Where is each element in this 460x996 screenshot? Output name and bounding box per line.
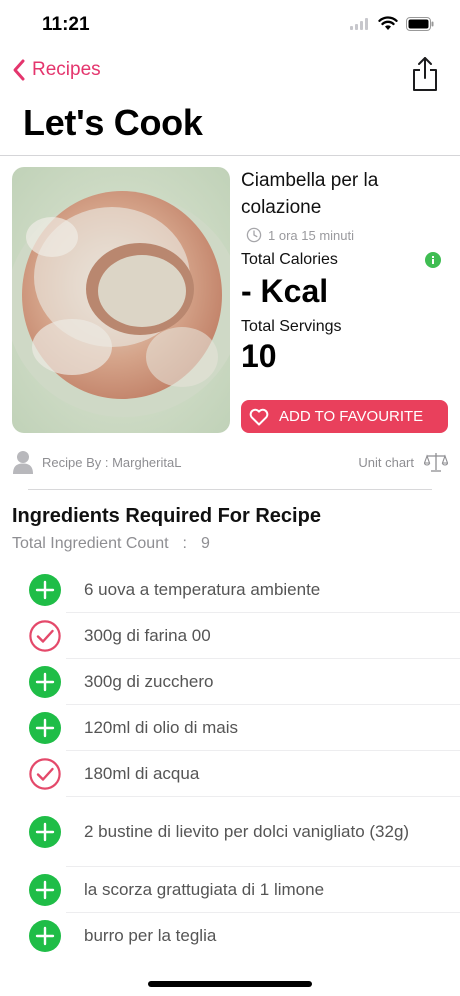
- add-circle-icon[interactable]: [29, 574, 61, 606]
- unit-chart-label: Unit chart: [358, 454, 414, 470]
- ingredient-row: 6 uova a temperatura ambiente: [0, 567, 460, 613]
- add-circle-icon[interactable]: [29, 920, 61, 952]
- signal-icon: [350, 17, 368, 30]
- add-to-favourite-button[interactable]: ADD TO FAVOURITE: [241, 400, 448, 433]
- ingredient-row: la scorza grattugiata di 1 limone: [0, 867, 460, 913]
- ingredient-row: 2 bustine di lievito per dolci vanigliat…: [0, 797, 460, 867]
- checkmark-circle-icon[interactable]: [29, 620, 61, 652]
- ingredient-row: 300g di farina 00: [0, 613, 460, 659]
- ingredients-title: Ingredients Required For Recipe: [12, 505, 321, 527]
- share-icon[interactable]: [410, 56, 440, 92]
- add-circle-icon[interactable]: [29, 712, 61, 744]
- meta-row: Recipe By : MargheritaL Unit chart: [12, 449, 448, 475]
- ingredient-row: burro per la teglia: [0, 913, 460, 959]
- recipe-author: Recipe By : MargheritaL: [12, 450, 181, 474]
- add-circle-icon[interactable]: [29, 816, 61, 848]
- servings-value: 10: [241, 338, 277, 374]
- ingredient-text: 2 bustine di lievito per dolci vanigliat…: [84, 822, 410, 841]
- cook-time: 1 ora 15 minuti: [241, 227, 451, 243]
- wifi-icon: [378, 16, 398, 30]
- clock-icon: [246, 227, 262, 243]
- back-button[interactable]: Recipes: [12, 58, 101, 82]
- status-bar: 11:21: [0, 0, 460, 50]
- user-icon: [13, 451, 33, 474]
- back-label: Recipes: [32, 59, 101, 80]
- calories-label: Total Calories: [241, 251, 338, 268]
- calories-value: - Kcal: [241, 273, 329, 309]
- recipe-name: Ciambella per la colazione: [241, 170, 379, 218]
- recipe-photo: [12, 167, 230, 433]
- status-icons: [350, 16, 434, 31]
- heart-icon: [249, 408, 269, 425]
- author-label: Recipe By : MargheritaL: [42, 454, 182, 470]
- checkmark-circle-icon[interactable]: [29, 758, 61, 790]
- chevron-left-icon: [13, 59, 25, 81]
- nav-bar: Recipes: [0, 52, 460, 98]
- ingredient-text: 6 uova a temperatura ambiente: [84, 580, 321, 599]
- favourite-label: ADD TO FAVOURITE: [279, 408, 424, 425]
- ingredient-text: 300g di farina 00: [84, 626, 211, 645]
- ingredient-text: burro per la teglia: [84, 926, 217, 945]
- page-title: Let's Cook: [23, 102, 203, 143]
- status-time: 11:21: [42, 14, 90, 35]
- ingredient-count: Total Ingredient Count : 9: [12, 535, 210, 553]
- section-divider: [28, 489, 432, 490]
- home-indicator[interactable]: [148, 981, 312, 987]
- recipe-info: Ciambella per la colazione 1 ora 15 minu…: [241, 167, 451, 375]
- cook-time-value: 1 ora 15 minuti: [268, 227, 354, 243]
- scale-icon: [424, 453, 448, 472]
- ingredient-text: la scorza grattugiata di 1 limone: [84, 880, 325, 899]
- header-divider: [0, 155, 460, 156]
- ingredient-count-separator: :: [182, 535, 187, 552]
- ingredient-text: 300g di zucchero: [84, 672, 214, 691]
- ingredient-text: 180ml di acqua: [84, 764, 200, 783]
- ingredient-count-label: Total Ingredient Count: [12, 535, 169, 552]
- unit-chart-button[interactable]: Unit chart: [358, 451, 448, 473]
- add-circle-icon[interactable]: [29, 666, 61, 698]
- info-icon[interactable]: [425, 252, 441, 268]
- ingredient-row: 120ml di olio di mais: [0, 705, 460, 751]
- ingredient-text: 120ml di olio di mais: [84, 718, 239, 737]
- add-circle-icon[interactable]: [29, 874, 61, 906]
- ingredient-row: 180ml di acqua: [0, 751, 460, 797]
- ingredient-count-value: 9: [201, 535, 210, 552]
- ingredient-list: 6 uova a temperatura ambiente 300g di fa…: [0, 567, 460, 959]
- battery-icon: [406, 16, 434, 31]
- calories-row: Total Calories: [241, 251, 451, 269]
- servings-label: Total Servings: [241, 318, 342, 335]
- ingredient-row: 300g di zucchero: [0, 659, 460, 705]
